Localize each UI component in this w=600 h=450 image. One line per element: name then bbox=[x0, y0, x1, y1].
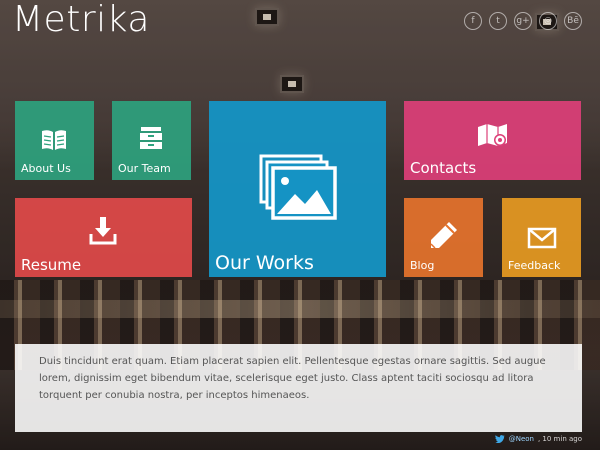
tile-label: About Us bbox=[21, 162, 71, 175]
behance-icon[interactable]: Bē bbox=[564, 12, 582, 30]
tile-about-us[interactable]: About Us bbox=[15, 101, 94, 180]
images-icon bbox=[259, 154, 337, 220]
map-pin-icon bbox=[478, 124, 507, 146]
site-logo[interactable]: Metrika bbox=[12, 0, 150, 44]
tweet-time: , 10 min ago bbox=[537, 435, 582, 443]
tile-contacts[interactable]: Contacts bbox=[404, 101, 581, 180]
twitter-icon[interactable]: t bbox=[489, 12, 507, 30]
twitter-bird-icon bbox=[494, 435, 505, 443]
tile-our-works[interactable]: Our Works bbox=[209, 101, 386, 277]
tile-label: Blog bbox=[410, 259, 435, 272]
tile-feedback[interactable]: Feedback bbox=[502, 198, 581, 277]
cabinet-icon bbox=[140, 127, 162, 149]
tile-label: Feedback bbox=[508, 259, 561, 272]
tweet-handle[interactable]: @Neon bbox=[509, 435, 534, 443]
tile-our-team[interactable]: Our Team bbox=[112, 101, 191, 180]
social-links: f t g+ ◎ Bē bbox=[464, 12, 582, 30]
tile-label: Resume bbox=[21, 256, 82, 274]
pencil-icon bbox=[430, 222, 457, 249]
book-icon bbox=[42, 130, 66, 150]
content-panel: Duis tincidunt erat quam. Etiam placerat… bbox=[15, 344, 582, 432]
dribbble-icon[interactable]: ◎ bbox=[539, 12, 557, 30]
download-icon bbox=[89, 217, 117, 245]
tile-label: Contacts bbox=[410, 159, 477, 177]
tile-label: Our Team bbox=[118, 162, 171, 175]
latest-tweet: @Neon, 10 min ago bbox=[494, 435, 582, 443]
tile-resume[interactable]: Resume bbox=[15, 198, 192, 277]
content-text: Duis tincidunt erat quam. Etiam placerat… bbox=[39, 356, 546, 401]
facebook-icon[interactable]: f bbox=[464, 12, 482, 30]
tile-blog[interactable]: Blog bbox=[404, 198, 483, 277]
google-plus-icon[interactable]: g+ bbox=[514, 12, 532, 30]
tile-label: Our Works bbox=[215, 252, 314, 274]
envelope-icon bbox=[527, 227, 557, 249]
